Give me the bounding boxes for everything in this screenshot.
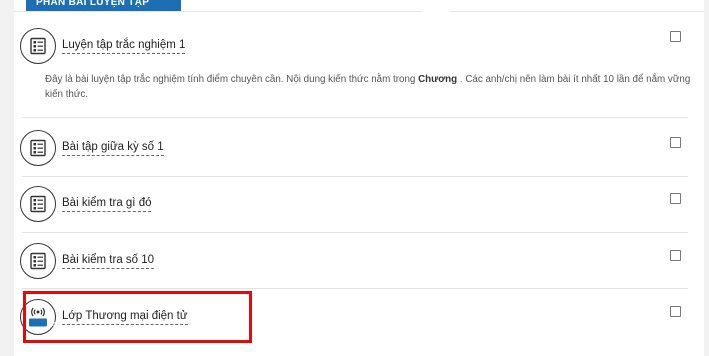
completion-checkbox[interactable] <box>670 193 681 204</box>
row-divider <box>22 176 688 177</box>
activity-link[interactable]: Bài kiểm tra gì đó <box>62 196 152 212</box>
completion-checkbox[interactable] <box>670 306 681 317</box>
quiz-icon <box>20 186 56 222</box>
header-divider <box>14 11 704 12</box>
row-divider <box>22 232 688 233</box>
row-divider <box>22 288 688 289</box>
completion-checkbox[interactable] <box>670 137 681 148</box>
activity-link[interactable]: Bài kiểm tra số 10 <box>62 253 155 269</box>
row-divider <box>22 117 688 118</box>
quiz-icon <box>20 243 56 279</box>
description-text: Đây là bài luyện tập trắc nghiệm tính đi… <box>45 74 419 85</box>
header-marker <box>422 10 450 13</box>
quiz-icon <box>20 28 56 64</box>
highlight-annotation <box>23 291 252 343</box>
description-bold-text: Chương <box>418 74 458 85</box>
section-header-label: PHẦN BÀI LUYỆN TẬP <box>36 0 150 8</box>
activity-description: Đây là bài luyện tập trắc nghiệm tính đi… <box>45 72 695 102</box>
activity-row-quiz-4[interactable]: Bài kiểm tra số 10 <box>20 243 155 279</box>
completion-checkbox[interactable] <box>670 250 681 261</box>
completion-checkbox[interactable] <box>670 31 681 42</box>
quiz-icon <box>20 130 56 166</box>
activity-row-quiz-2[interactable]: Bài tập giữa kỳ số 1 <box>20 130 164 166</box>
activity-link[interactable]: Bài tập giữa kỳ số 1 <box>62 140 164 156</box>
activity-link[interactable]: Luyện tập trắc nghiệm 1 <box>62 38 186 54</box>
activity-row-quiz-1[interactable]: Luyện tập trắc nghiệm 1 <box>20 28 186 64</box>
activity-row-quiz-3[interactable]: Bài kiểm tra gì đó <box>20 186 152 222</box>
